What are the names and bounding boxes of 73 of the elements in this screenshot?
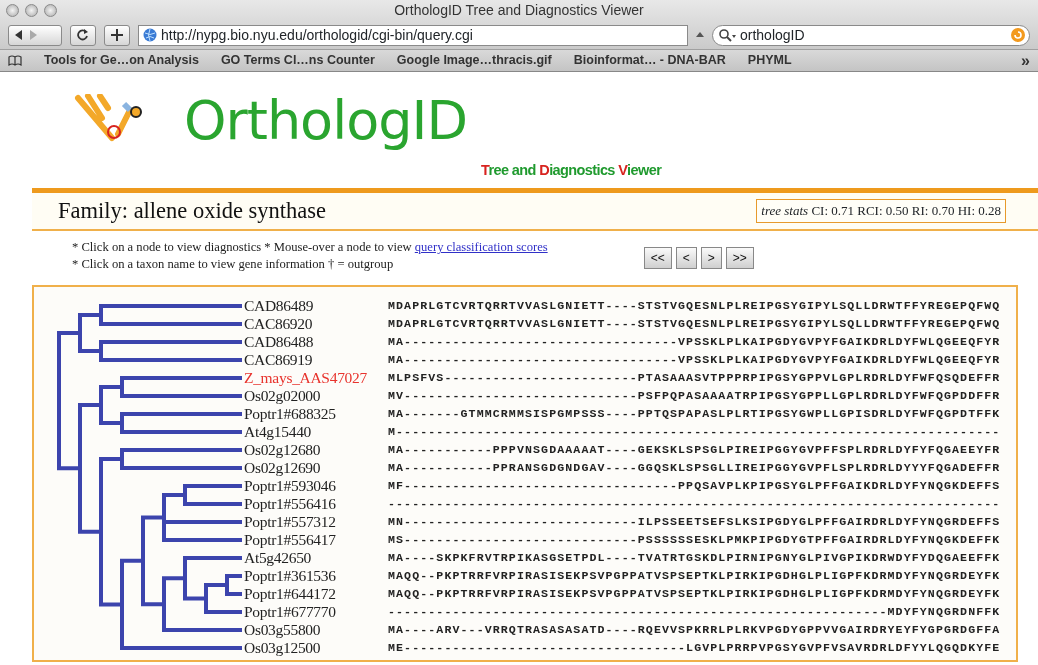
search-icon[interactable] — [719, 28, 736, 42]
window-title: OrthologID Tree and Diagnostics Viewer — [394, 1, 644, 20]
window-control-button[interactable] — [6, 4, 19, 17]
instruction-text: * Click on a node to view diagnostics * Mouse-over a node to view query classification scores — [72, 239, 548, 256]
book-icon[interactable] — [8, 54, 22, 67]
window-control-button[interactable] — [44, 4, 57, 17]
add-bookmark-button[interactable] — [104, 24, 130, 46]
nav-button[interactable]: < — [675, 247, 697, 269]
taxon-name[interactable]: Poptr1#361536 — [244, 567, 388, 585]
taxon-name[interactable]: CAD86488 — [244, 333, 388, 351]
taxon-name[interactable]: Os02g12690 — [244, 459, 388, 477]
taxon-name[interactable]: Poptr1#557312 — [244, 513, 388, 531]
taxon-name[interactable]: Poptr1#556416 — [244, 495, 388, 513]
sequence-text: MAQQ--PKPTRRFVRPIRASISEKPSVPGPPATVSPSEPTKLPIRKIPGDHGLPLIGPFKDRMDYFYNQGRDEYFK — [388, 586, 1001, 602]
reload-button[interactable] — [70, 24, 96, 46]
bookmark-link[interactable]: GO Terms Cl…ns Counter — [220, 51, 375, 70]
globe-icon — [143, 28, 157, 42]
taxon-name[interactable]: CAC86919 — [244, 351, 388, 369]
sequence-text: MA----------------------------------VPSSKLPLKAIPGDYGVPYFGAIKDRLDYFWLQGEEQFYR — [388, 352, 1001, 368]
sequence-text: MN-----------------------------ILPSSEETSEFSLKSIPGDYGLPFFGAIRDRLDYFYNQGRDEFFS — [388, 514, 1001, 530]
nav-button[interactable]: > — [700, 247, 722, 269]
logo-title: OrthologID — [184, 94, 467, 148]
sequence-text: MA----SKPKFRVTRPIKASGSETPDL----TVATRTGSKDLPIRNIPGNYGLPIVGPIKDRWDYFYDQGAEEFFK — [388, 550, 1001, 566]
taxon-name[interactable]: Os02g12680 — [244, 441, 388, 459]
taxon-name[interactable]: Os03g12500 — [244, 639, 388, 657]
sequence-text: ---------------------------------------------------------------------------- — [388, 496, 1001, 512]
bookmark-link[interactable]: Bioinformat… - DNA-BAR — [573, 51, 726, 70]
family-title: Family: allene oxide synthase — [58, 197, 327, 226]
nav-button[interactable]: >> — [725, 247, 754, 269]
reload-icon — [77, 29, 89, 41]
caret-icon[interactable] — [696, 32, 704, 38]
back-icon[interactable] — [15, 30, 22, 40]
instruction-text: * Click on a taxon name to view gene information † = outgroup — [72, 256, 395, 273]
nav-button[interactable]: << — [643, 247, 672, 269]
plus-icon — [111, 29, 123, 41]
taxon-name[interactable]: Os03g55800 — [244, 621, 388, 639]
taxon-name[interactable]: Poptr1#644172 — [244, 585, 388, 603]
sequence-text: MS-----------------------------PSSSSSSESKLPMKPIPGDYGTPFFGAIRDRLDYFYNQGKDEFFK — [388, 532, 1001, 548]
sequence-text: MLPSFVS------------------------PTASAAASVTPPPRPIPGSYGPPVLGPLRDRLDYFWFQSQDEFFR — [388, 370, 1001, 386]
bookmark-link[interactable]: PHYML — [747, 51, 792, 70]
sequence-text: MDAPRLGTCVRTQRRTVVASLGNIETT----STSTVGQESNLPLREIPGSYGIPYLSQLLDRWTFFYREGEPQFWQ — [388, 316, 1001, 332]
back-forward-button[interactable] — [8, 24, 62, 46]
taxon-name[interactable]: Poptr1#688325 — [244, 405, 388, 423]
taxon-name[interactable]: Z_mays_AAS47027 — [244, 369, 388, 387]
search-field[interactable]: orthologID — [712, 24, 1030, 46]
taxon-name[interactable]: CAC86920 — [244, 315, 388, 333]
bookmark-link[interactable]: Google Image…thracis.gif — [396, 51, 552, 70]
sequence-text: MA-------GTMMCRMMSISPGMPSSS----PPTQSPAPASLPLRTIPGSYGWPLLGPISDRLDYFWFQGPDTFFK — [388, 406, 1001, 422]
sequence-text: MA-----------PPRANSGDGNDGAV----GGQSKLSPSGLLIREIPGGYGVPFLSPLRDRLDYYYFQGADEFFR — [388, 460, 1001, 476]
sequence-text: MAQQ--PKPTRRFVRPIRASISEKPSVPGPPATVSPSEPTKLPIRKIPGDHGLPLIGPFKDRMDYFYNQGRDEYFK — [388, 568, 1001, 584]
sequence-text: MF----------------------------------PPQSAVPLKPIPGSYGLPFFGAIKDRLDYFYNQGKDEFFS — [388, 478, 1001, 494]
taxon-name[interactable]: At4g15440 — [244, 423, 388, 441]
sequence-text: MA----ARV---VRRQTRASASASATD----RQEVVSPKRRLPLRKVPGDYGPPVVGAIRDRYEYFYGPGRDGFFA — [388, 622, 1001, 638]
more-bookmarks-button[interactable]: » — [1021, 48, 1030, 73]
sequence-text: --------------------------------------------------------------MDYFYNQGRDNFFK — [388, 604, 1001, 620]
taxon-name[interactable]: Poptr1#556417 — [244, 531, 388, 549]
window-control-button[interactable] — [25, 4, 38, 17]
scores-link[interactable]: query classification scores — [414, 240, 548, 254]
sequence-text: MA----------------------------------VPSSKLPLKAIPGDYGVPYFGAIKDRLDYFWLQGEEQFYR — [388, 334, 1001, 350]
sequence-text: ME-----------------------------------LGVPLPRRPVPGSYGVPFVSAVRDRLDFYYLQGQDKYFE — [388, 640, 1001, 656]
subtitle: Tree and Diagnostics Viewer — [480, 161, 662, 181]
sequence-text: MDAPRLGTCVRTQRRTVVASLGNIETT----STSTVGQESNLPLREIPGSYGIPYLSQLLDRWTFFYREGEPQFWQ — [388, 298, 1001, 314]
bookmark-link[interactable]: Tools for Ge…on Analysis — [44, 51, 199, 70]
sequence-text: MA-----------PPPVNSGDAAAAAT----GEKSKLSPSGLPIREIPGGYGVPFFSPLRDRLDYFYFQGAEEYFR — [388, 442, 1001, 458]
taxon-name[interactable]: Os02g02000 — [244, 387, 388, 405]
tree-stats: tree stats CI: 0.71 RCI: 0.50 RI: 0.70 HI: 0.28 — [756, 199, 1006, 223]
taxon-name[interactable]: CAD86489 — [244, 297, 388, 315]
sequence-text: M--------------------------------------------------------------------------- — [388, 424, 1001, 440]
sequence-text: MV-----------------------------PSFPQPASAAAATRPIPGSYGPPLLGPLRDRLDYFWFQGPDDFFR — [388, 388, 1001, 404]
address-field[interactable]: http://nypg.bio.nyu.edu/orthologid/cgi-bin/query.cgi — [138, 24, 688, 46]
taxon-name[interactable]: At5g42650 — [244, 549, 388, 567]
taxon-name[interactable]: Poptr1#593046 — [244, 477, 388, 495]
taxon-name[interactable]: Poptr1#677770 — [244, 603, 388, 621]
